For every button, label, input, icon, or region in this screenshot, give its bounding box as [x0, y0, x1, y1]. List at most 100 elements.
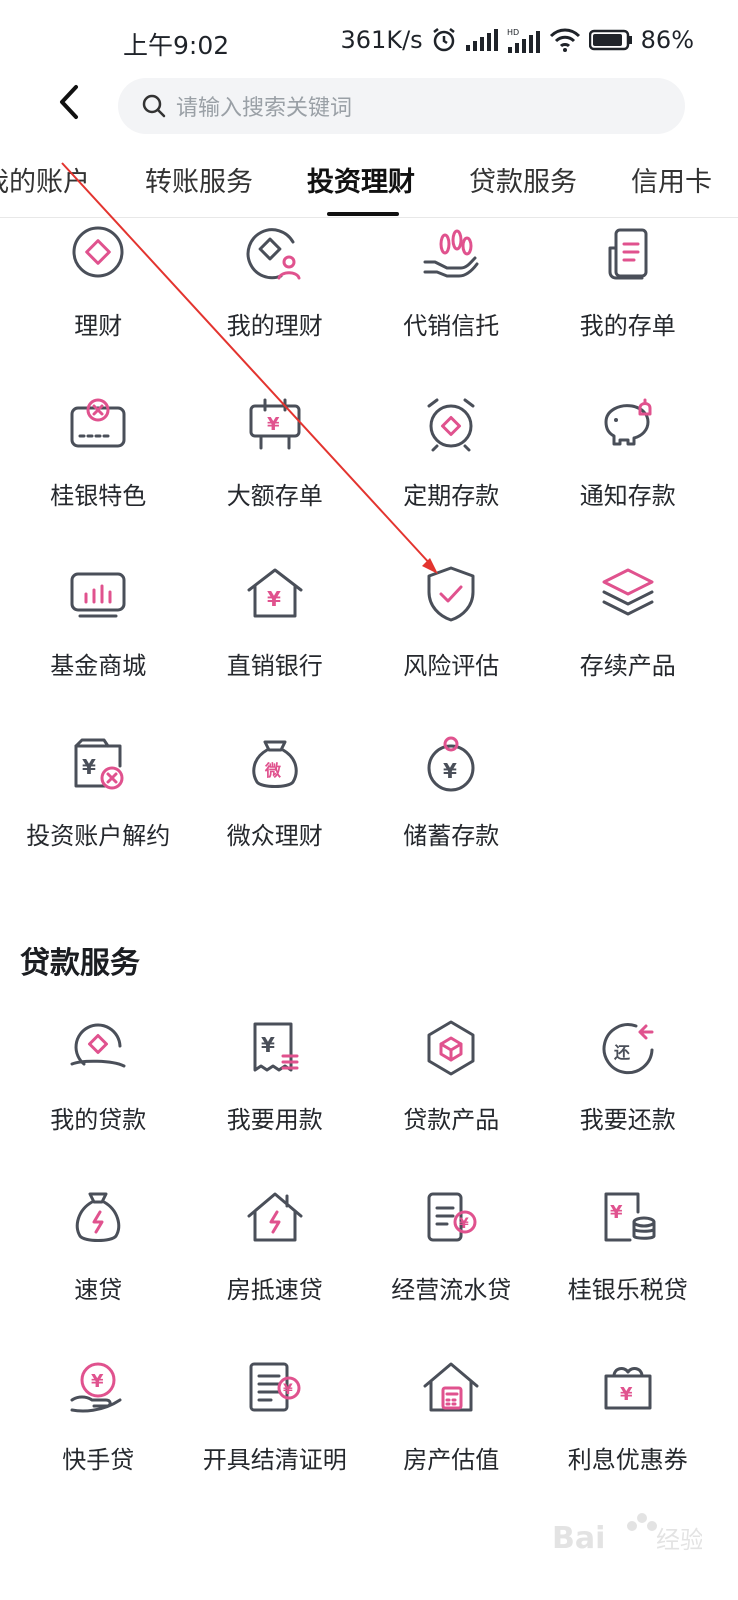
battery-icon: [588, 29, 632, 51]
piggy-bank-icon: [604, 398, 652, 446]
certificate-icon: ¥: [249, 1362, 301, 1412]
item-trust[interactable]: 代销信托: [363, 222, 540, 392]
item-label: 通知存款: [579, 482, 676, 510]
tab-transfer[interactable]: 转账服务: [145, 160, 253, 199]
large-cd-icon: ¥: [249, 398, 301, 450]
tab-indicator: [327, 212, 399, 216]
item-tax-loan[interactable]: ¥ 桂银乐税贷: [540, 1186, 717, 1356]
trust-icon: [423, 229, 479, 278]
layers-icon: [602, 568, 654, 616]
item-label: 我的贷款: [50, 1106, 147, 1134]
item-savings[interactable]: ¥ 储蓄存款: [363, 732, 540, 902]
item-label: 基金商城: [50, 652, 147, 680]
item-label: 我的理财: [226, 312, 323, 340]
item-deposit-receipt[interactable]: 我的存单: [540, 222, 717, 392]
withdraw-loan-icon: ¥: [253, 1022, 299, 1072]
svg-text:¥: ¥: [610, 1202, 623, 1223]
item-my-wealth[interactable]: 我的理财: [187, 222, 364, 392]
repay-icon: 还: [602, 1023, 654, 1075]
item-business-flow-loan[interactable]: ¥ 经营流水贷: [363, 1186, 540, 1356]
item-label: 桂银乐税贷: [567, 1276, 688, 1304]
featured-icon: [70, 398, 126, 448]
search-icon: [142, 94, 166, 118]
svg-text:¥: ¥: [82, 755, 96, 779]
battery-percent: 86%: [640, 26, 694, 54]
loan-grid: 我的贷款 ¥ 我要用款 贷款产品 还 我要还款 速贷 房抵速贷 ¥ 经营流水贷 …: [10, 1016, 716, 1526]
item-label: 存续产品: [579, 652, 676, 680]
direct-bank-icon: ¥: [247, 568, 303, 618]
item-property-valuation[interactable]: 房产估值: [363, 1356, 540, 1526]
item-label: 风险评估: [403, 652, 500, 680]
item-wealth[interactable]: 理财: [10, 222, 187, 392]
item-label: 贷款产品: [403, 1106, 500, 1134]
item-webank-wealth[interactable]: 微 微众理财: [187, 732, 364, 902]
fund-mall-icon: [70, 572, 126, 618]
wifi-icon: [549, 28, 580, 52]
item-direct-bank[interactable]: ¥ 直销银行: [187, 562, 364, 732]
category-tabs: 我的账户 转账服务 投资理财 贷款服务 信用卡: [0, 150, 738, 218]
item-label: 储蓄存款: [403, 822, 500, 850]
item-loan-product[interactable]: 贷款产品: [363, 1016, 540, 1186]
tab-loan[interactable]: 贷款服务: [469, 160, 577, 199]
svg-text:¥: ¥: [267, 587, 281, 611]
item-house-mortgage[interactable]: 房抵速贷: [187, 1186, 364, 1356]
coupon-icon: ¥: [604, 1367, 652, 1410]
house-mortgage-icon: [247, 1192, 303, 1242]
signal-hd-icon: HD: [507, 28, 540, 53]
item-label: 房抵速贷: [226, 1276, 323, 1304]
house-calc-icon: [423, 1362, 479, 1412]
tab-credit-card[interactable]: 信用卡: [631, 160, 712, 199]
status-icons: 361K/s HD 86%: [341, 26, 694, 54]
item-existing-products[interactable]: 存续产品: [540, 562, 717, 732]
item-label: 直销银行: [226, 652, 323, 680]
item-label: 大额存单: [226, 482, 323, 510]
baidu-watermark-logo: Bai 经验: [552, 1513, 702, 1556]
wealth-icon: [72, 226, 124, 278]
search-input[interactable]: 请输入搜索关键词: [118, 78, 685, 134]
my-loan-icon: [70, 1023, 126, 1068]
item-fund-mall[interactable]: 基金商城: [10, 562, 187, 732]
item-account-cancel[interactable]: ¥ 投资账户解约: [10, 732, 187, 902]
item-fixed-deposit[interactable]: 定期存款: [363, 392, 540, 562]
fixed-deposit-icon: [427, 398, 475, 452]
item-label: 经营流水贷: [391, 1276, 512, 1304]
savings-icon: ¥: [427, 736, 475, 792]
item-large-cd[interactable]: ¥ 大额存单: [187, 392, 364, 562]
item-settlement-certificate[interactable]: ¥ 开具结清证明: [187, 1356, 364, 1526]
item-withdraw-loan[interactable]: ¥ 我要用款: [187, 1016, 364, 1186]
item-label: 我的存单: [579, 312, 676, 340]
item-quick-loan[interactable]: 速贷: [10, 1186, 187, 1356]
signal-icon: [465, 29, 498, 51]
quick-loan-icon: [76, 1192, 121, 1242]
item-repay[interactable]: 还 我要还款: [540, 1016, 717, 1186]
item-label: 代销信托: [403, 312, 500, 340]
item-label: 定期存款: [403, 482, 500, 510]
section-title-loan: 贷款服务: [20, 946, 140, 981]
item-label: 房产估值: [403, 1446, 500, 1474]
item-label: 微众理财: [226, 822, 323, 850]
svg-text:¥: ¥: [459, 1216, 469, 1232]
item-label: 桂银特色: [50, 482, 147, 510]
search-placeholder: 请输入搜索关键词: [176, 96, 353, 121]
svg-text:HD: HD: [507, 28, 519, 37]
tab-my-account[interactable]: 我的账户: [0, 160, 90, 199]
item-label: 理财: [74, 312, 123, 340]
item-featured[interactable]: 桂银特色: [10, 392, 187, 562]
svg-text:¥: ¥: [443, 759, 457, 783]
svg-text:¥: ¥: [261, 1033, 275, 1057]
item-my-loan[interactable]: 我的贷款: [10, 1016, 187, 1186]
investment-grid: 理财 我的理财 代销信托 我的存单 桂银特色 ¥ 大额存单 定期存款 通知存款 …: [10, 222, 716, 902]
svg-text:还: 还: [613, 1043, 631, 1062]
item-label: 利息优惠券: [567, 1446, 688, 1474]
hand-coin-icon: ¥: [70, 1362, 122, 1413]
loan-product-icon: [427, 1020, 475, 1076]
svg-text:¥: ¥: [267, 414, 280, 435]
tab-investment[interactable]: 投资理财: [307, 160, 415, 199]
item-notice-deposit[interactable]: 通知存款: [540, 392, 717, 562]
item-label: 我要用款: [226, 1106, 323, 1134]
item-risk-assessment[interactable]: 风险评估: [363, 562, 540, 732]
back-button[interactable]: [50, 82, 90, 122]
item-label: 快手贷: [62, 1446, 135, 1474]
item-kuaishou-loan[interactable]: ¥ 快手贷: [10, 1356, 187, 1526]
network-speed: 361K/s: [340, 26, 423, 54]
